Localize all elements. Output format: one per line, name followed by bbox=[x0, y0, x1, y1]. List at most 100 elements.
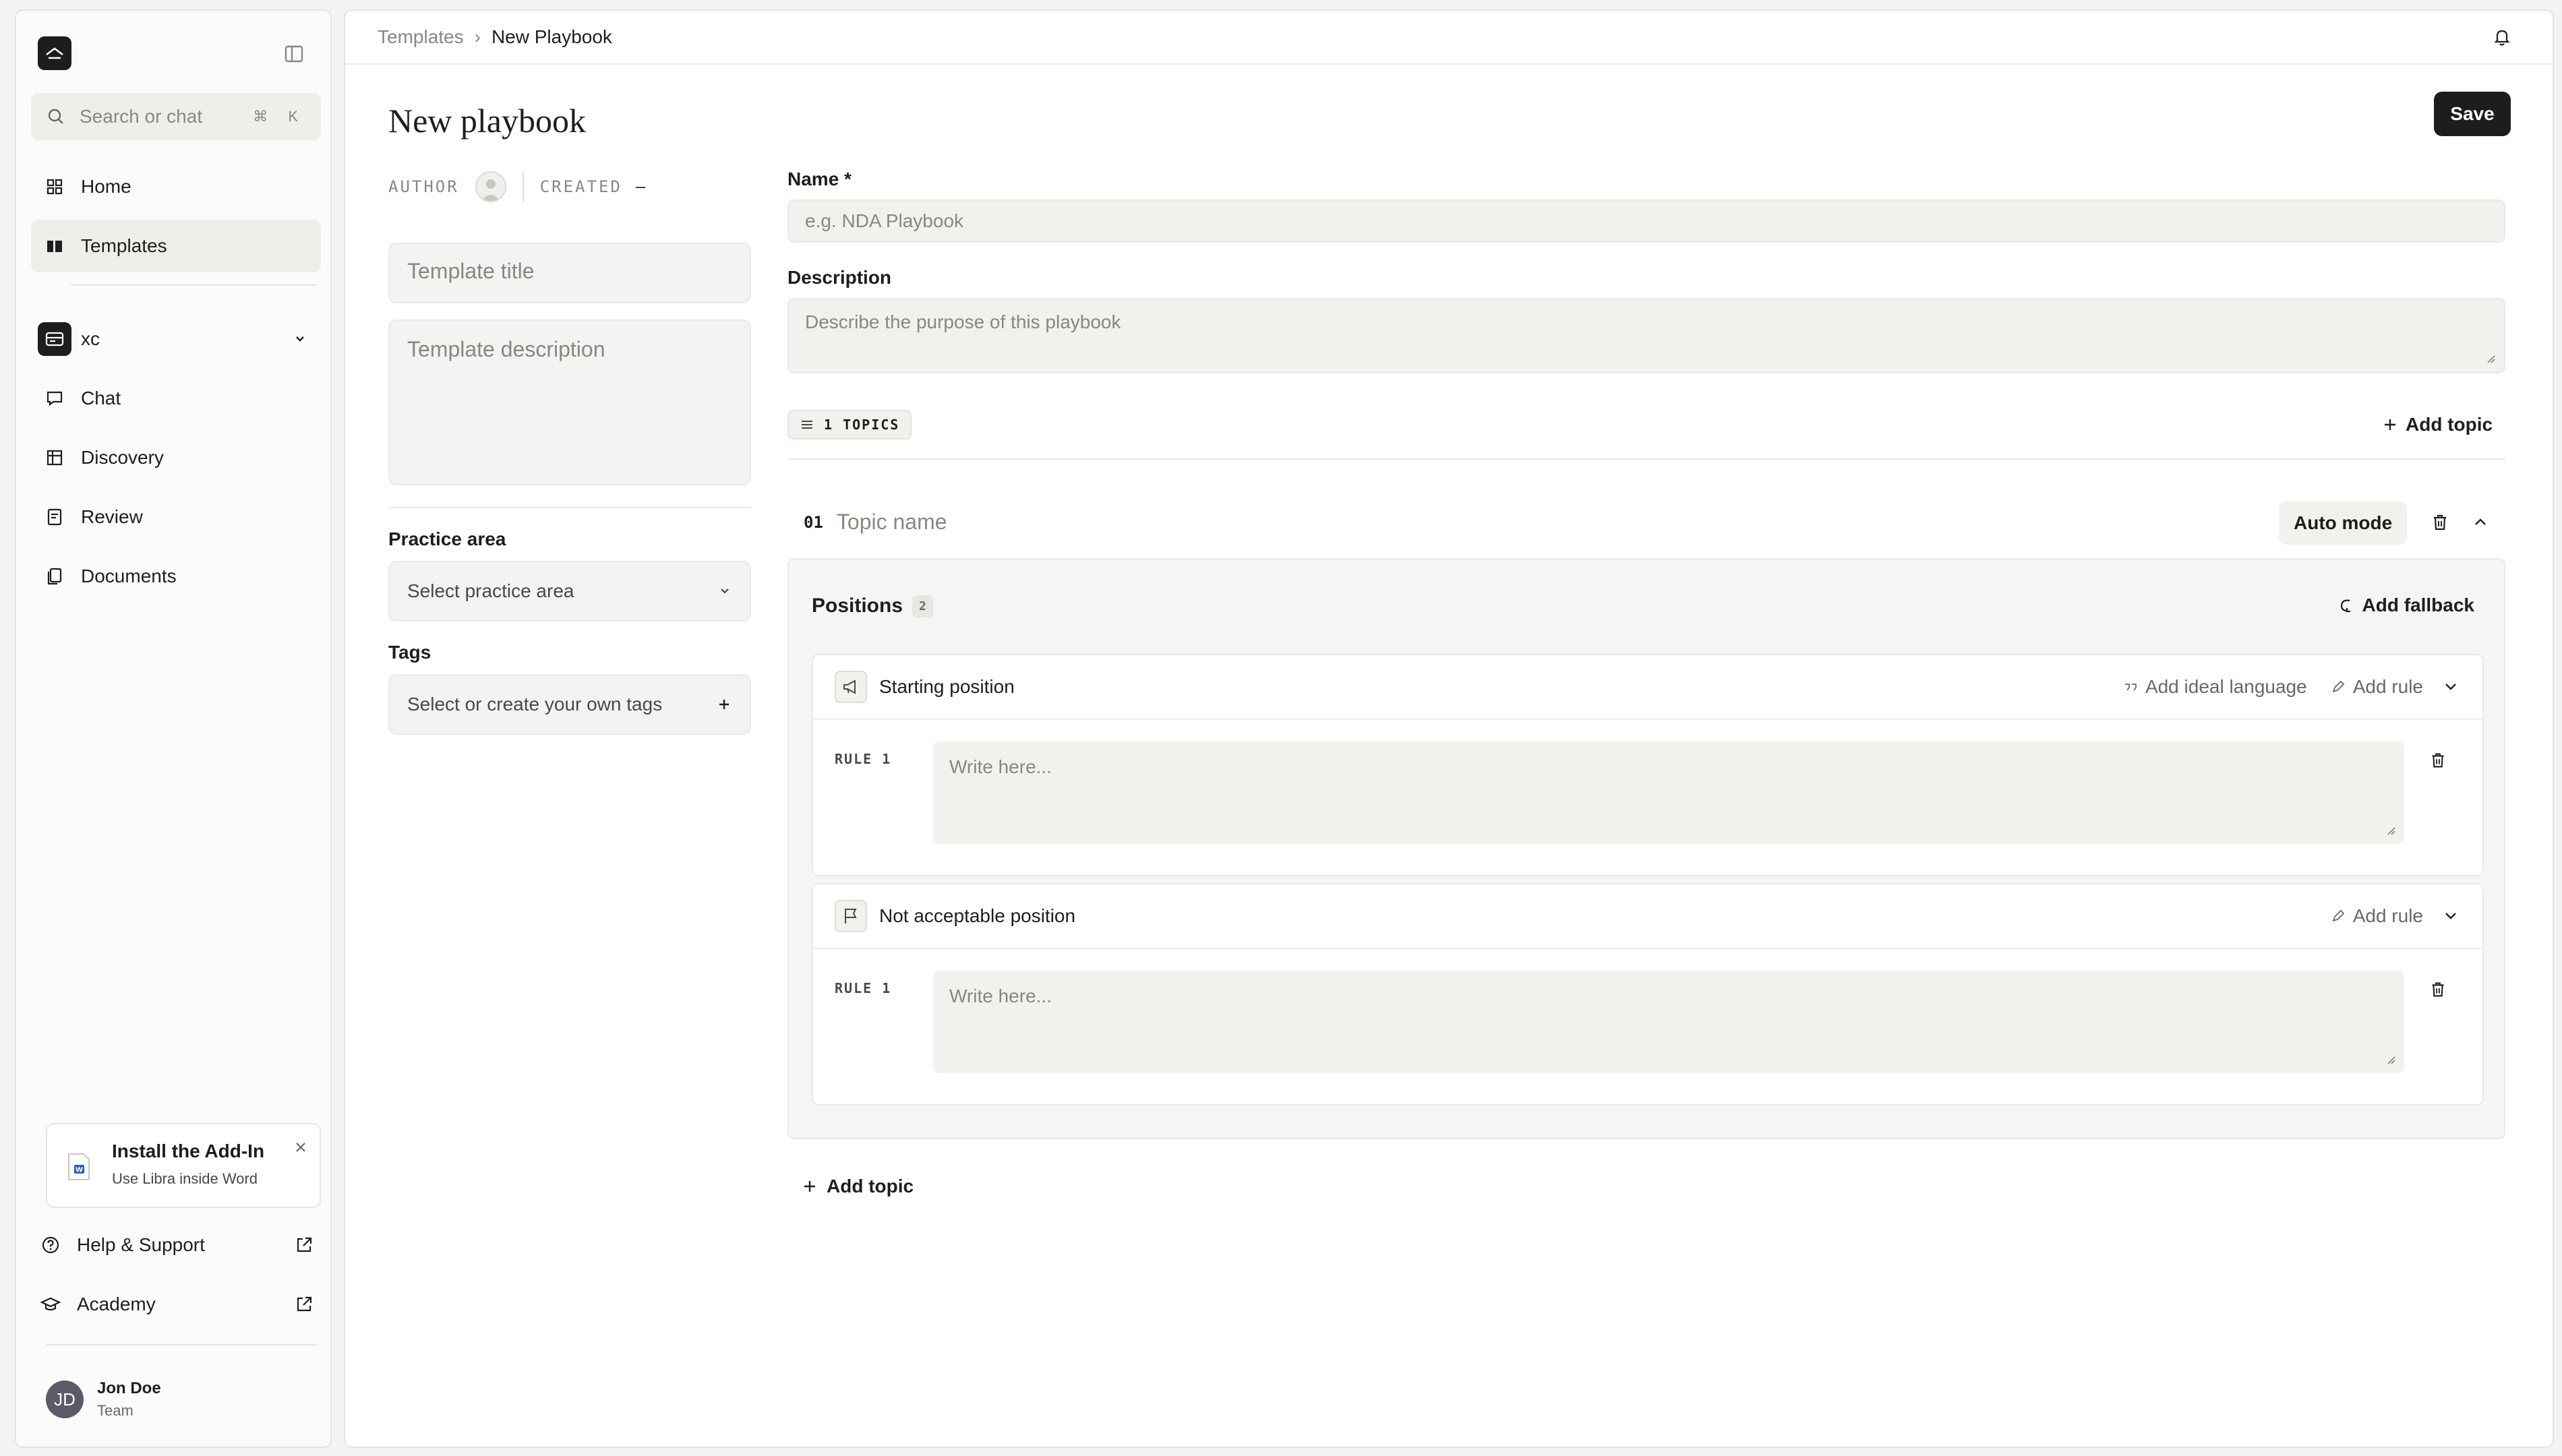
add-topic-button[interactable]: Add topic bbox=[2381, 410, 2493, 439]
position-card-starting: Starting position Add ideal language Add… bbox=[812, 654, 2484, 876]
rule-textarea[interactable]: Write here... bbox=[933, 741, 2404, 844]
breadcrumb-templates[interactable]: Templates bbox=[378, 26, 464, 48]
left-divider bbox=[388, 507, 751, 508]
resize-handle-icon[interactable] bbox=[2485, 353, 2496, 364]
trash-icon[interactable] bbox=[2427, 979, 2449, 1000]
rule-textarea[interactable]: Write here... bbox=[933, 971, 2404, 1073]
add-fallback-button[interactable]: Add fallback bbox=[2337, 595, 2474, 616]
tags-placeholder: Select or create your own tags bbox=[407, 694, 663, 715]
add-topic-button-bottom[interactable]: Add topic bbox=[801, 1176, 914, 1197]
rule-placeholder: Write here... bbox=[949, 985, 1052, 1006]
close-icon[interactable] bbox=[291, 1138, 310, 1157]
positions-panel: Positions 2 Add fallback Starting positi… bbox=[787, 558, 2505, 1139]
user-team: Team bbox=[97, 1402, 133, 1419]
sidebar-item-documents[interactable]: Documents bbox=[31, 550, 321, 603]
bell-icon[interactable] bbox=[2491, 26, 2513, 49]
svg-text:W: W bbox=[76, 1167, 83, 1174]
chevron-up-icon[interactable] bbox=[2469, 511, 2492, 534]
add-ideal-language-label: Add ideal language bbox=[2145, 676, 2307, 697]
help-icon bbox=[40, 1235, 61, 1255]
description-textarea[interactable]: Describe the purpose of this playbook bbox=[787, 298, 2505, 373]
auto-mode-button[interactable]: Auto mode bbox=[2279, 502, 2408, 545]
template-meta: AUTHOR CREATED – bbox=[388, 171, 647, 202]
save-button[interactable]: Save bbox=[2434, 92, 2511, 136]
trash-icon[interactable] bbox=[2429, 511, 2451, 534]
addin-subtitle: Use Libra inside Word bbox=[112, 1170, 258, 1187]
external-link-icon bbox=[294, 1294, 314, 1314]
pen-icon bbox=[2330, 679, 2346, 695]
workspace-switcher[interactable]: xc bbox=[31, 313, 321, 365]
created-label: CREATED bbox=[539, 177, 622, 196]
sidebar-item-review[interactable]: Review bbox=[31, 491, 321, 543]
trash-icon[interactable] bbox=[2427, 750, 2449, 771]
academy-link[interactable]: Academy bbox=[40, 1281, 324, 1328]
chevron-down-icon bbox=[293, 332, 307, 346]
description-placeholder: Describe the purpose of this playbook bbox=[805, 311, 1121, 332]
sidebar-item-label: Discovery bbox=[81, 447, 164, 468]
breadcrumb-separator: › bbox=[474, 26, 481, 47]
sidebar-item-chat[interactable]: Chat bbox=[31, 372, 321, 425]
rule-label: RULE 1 bbox=[835, 751, 892, 767]
template-title-input[interactable]: Template title bbox=[388, 243, 751, 303]
external-link-icon bbox=[294, 1235, 314, 1255]
user-name: Jon Doe bbox=[97, 1379, 161, 1397]
breadcrumb: Templates › New Playbook bbox=[345, 11, 2553, 65]
plus-icon bbox=[801, 1178, 818, 1195]
documents-icon bbox=[43, 565, 66, 588]
main-panel: Templates › New Playbook New playbook Sa… bbox=[344, 9, 2554, 1448]
sidebar-toggle-icon[interactable] bbox=[280, 40, 307, 67]
sidebar-item-label: Home bbox=[81, 176, 131, 197]
name-input[interactable]: e.g. NDA Playbook bbox=[787, 200, 2505, 243]
topics-count-badge: 1 TOPICS bbox=[787, 410, 912, 439]
position-card-header: Starting position Add ideal language Add… bbox=[813, 655, 2482, 720]
resize-handle-icon[interactable] bbox=[2385, 1054, 2396, 1065]
topic-name-input[interactable]: Topic name bbox=[837, 510, 947, 535]
table-icon bbox=[43, 446, 66, 469]
sidebar-item-home[interactable]: Home bbox=[31, 160, 321, 213]
tags-input[interactable]: Select or create your own tags bbox=[388, 674, 751, 735]
positions-label: Positions bbox=[812, 595, 903, 617]
practice-area-select[interactable]: Select practice area bbox=[388, 561, 751, 621]
search-icon bbox=[46, 107, 66, 127]
author-label: AUTHOR bbox=[388, 177, 459, 196]
position-title: Not acceptable position bbox=[879, 905, 1076, 926]
user-profile[interactable]: JD Jon Doe Team bbox=[46, 1379, 161, 1420]
practice-area-label: Practice area bbox=[388, 528, 506, 549]
help-support-link[interactable]: Help & Support bbox=[40, 1221, 324, 1269]
add-rule-button[interactable]: Add rule bbox=[2330, 905, 2423, 927]
home-icon bbox=[43, 175, 66, 198]
position-card-header: Not acceptable position Add rule bbox=[813, 884, 2482, 949]
megaphone-icon bbox=[835, 671, 867, 703]
add-rule-label: Add rule bbox=[2352, 905, 2423, 926]
sidebar-item-discovery[interactable]: Discovery bbox=[31, 431, 321, 484]
rule-label: RULE 1 bbox=[835, 980, 892, 996]
footer-link-label: Help & Support bbox=[77, 1234, 205, 1255]
resize-handle-icon[interactable] bbox=[2385, 825, 2396, 836]
workspace-icon bbox=[38, 322, 71, 356]
sidebar-item-label: Templates bbox=[81, 235, 167, 256]
add-rule-button[interactable]: Add rule bbox=[2330, 676, 2423, 698]
sidebar-divider bbox=[46, 1344, 317, 1345]
plus-icon[interactable] bbox=[716, 696, 732, 712]
chevron-down-icon[interactable] bbox=[2441, 677, 2461, 697]
plus-icon bbox=[2381, 416, 2399, 433]
name-label: Name * bbox=[787, 169, 852, 189]
sidebar-item-templates[interactable]: Templates bbox=[31, 220, 321, 272]
tags-label: Tags bbox=[388, 642, 431, 663]
addin-promo-card[interactable]: W Install the Add-In Use Libra inside Wo… bbox=[46, 1123, 321, 1208]
template-description-input[interactable]: Template description bbox=[388, 320, 751, 485]
description-label: Description bbox=[787, 267, 892, 288]
chevron-down-icon[interactable] bbox=[2441, 906, 2461, 926]
workspace-name: xc bbox=[81, 328, 100, 349]
positions-header: Positions 2 bbox=[812, 595, 933, 617]
add-rule-label: Add rule bbox=[2352, 676, 2423, 697]
search-placeholder: Search or chat bbox=[80, 106, 203, 127]
add-topic-label: Add topic bbox=[827, 1176, 914, 1196]
add-ideal-language-button[interactable]: Add ideal language bbox=[2122, 676, 2307, 698]
topics-count: 1 TOPICS bbox=[824, 417, 900, 433]
app-logo[interactable] bbox=[38, 36, 71, 70]
search-input[interactable]: Search or chat ⌘ K bbox=[31, 93, 321, 140]
pen-icon bbox=[2330, 908, 2346, 924]
avatar: JD bbox=[46, 1381, 84, 1418]
academy-icon bbox=[40, 1294, 61, 1314]
